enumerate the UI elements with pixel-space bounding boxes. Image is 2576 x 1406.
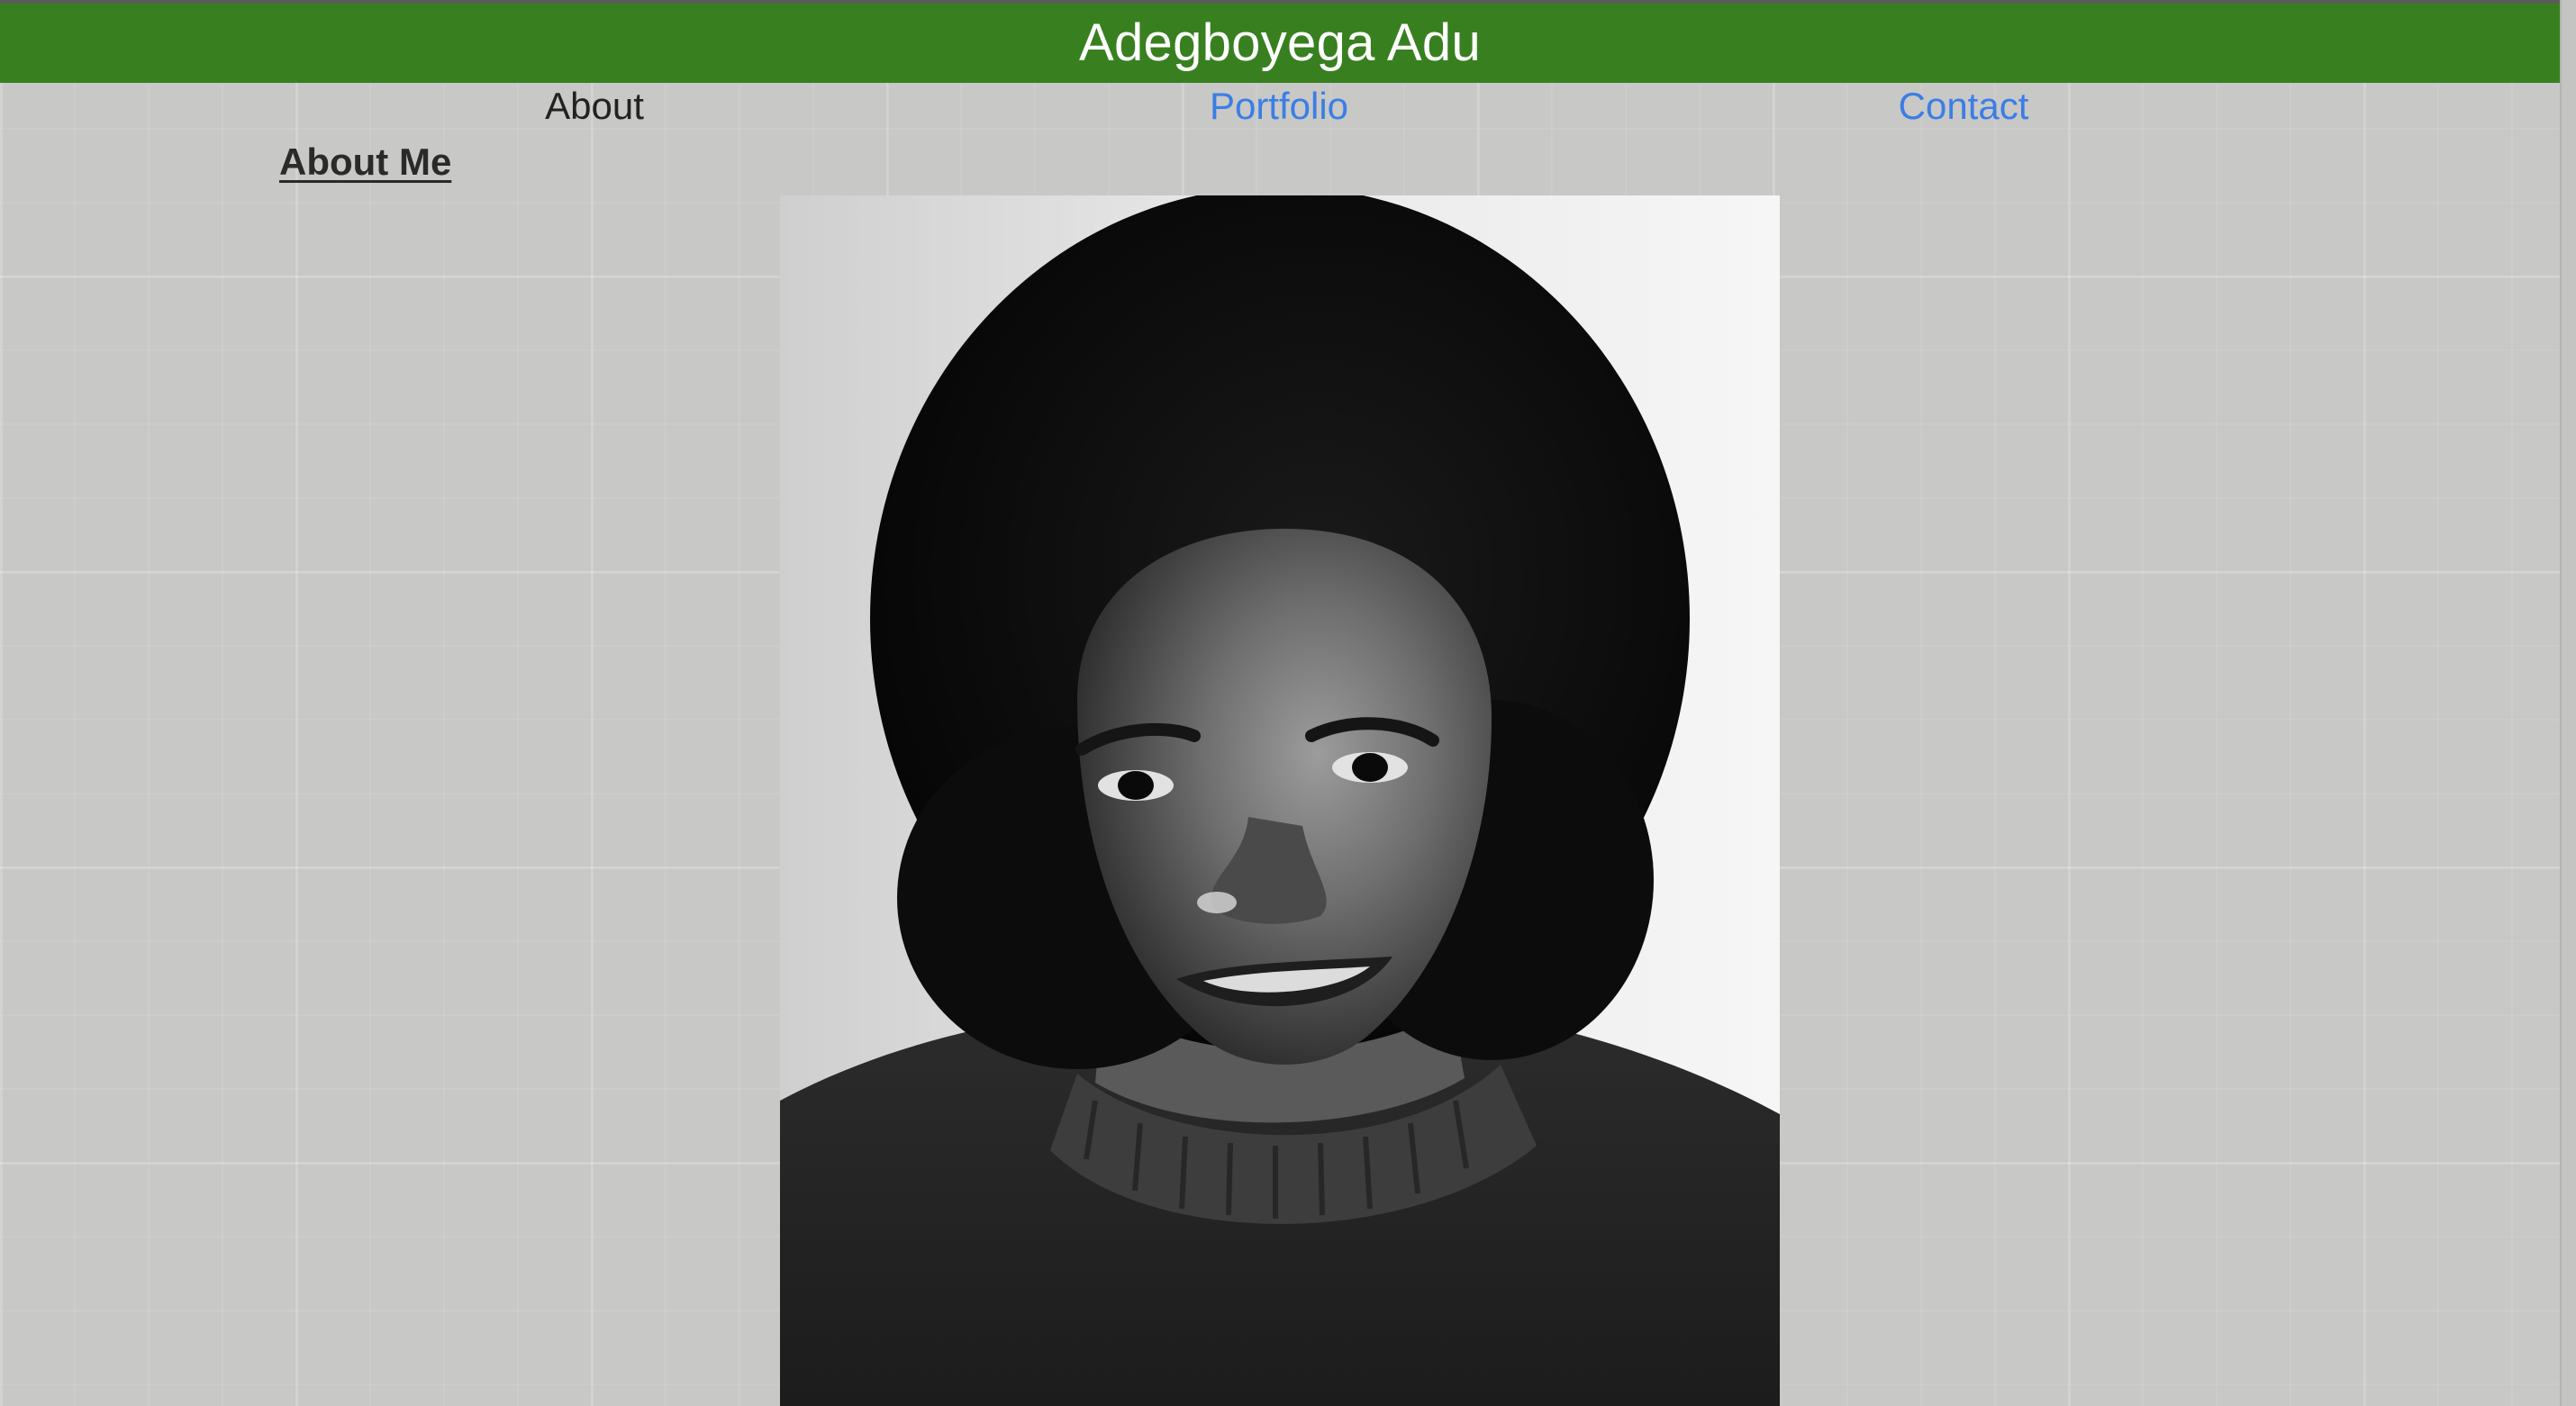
page: Adegboyega Adu About Portfolio Contact A… [0, 0, 2560, 1406]
main-nav: About Portfolio Contact [0, 83, 2560, 130]
about-me-heading: About Me [279, 141, 452, 183]
nav-link-contact[interactable]: Contact [1783, 83, 2144, 130]
site-title: Adegboyega Adu [1078, 14, 1482, 72]
nav-link-about[interactable]: About [414, 83, 775, 130]
portrait-photo [780, 195, 1780, 1406]
site-header: Adegboyega Adu [0, 4, 2560, 83]
portrait-illustration [780, 195, 1780, 1406]
page-scrollbar[interactable] [2560, 0, 2576, 1406]
nav-link-portfolio[interactable]: Portfolio [1099, 83, 1459, 130]
